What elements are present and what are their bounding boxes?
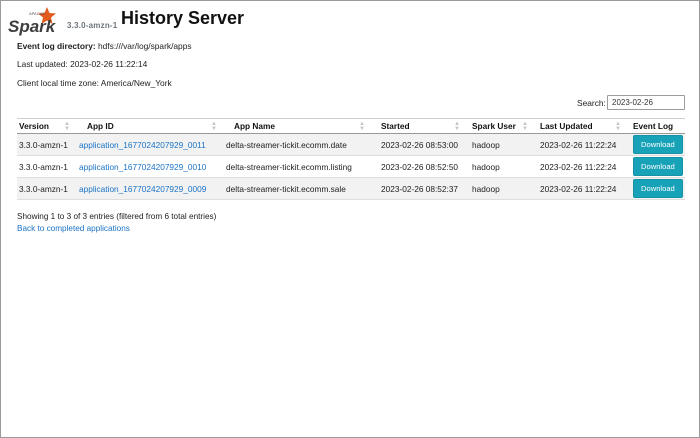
column-label: Version	[19, 121, 49, 131]
sort-icon: ▲ ▼	[64, 121, 70, 132]
spark-logo-graphic: APACHE Spark	[8, 7, 57, 36]
spark-user-cell: hadoop	[472, 183, 500, 194]
started-cell: 2023-02-26 08:52:37	[381, 183, 459, 194]
column-header-started[interactable]: Started ▲ ▼	[369, 118, 464, 134]
sort-icon: ▲ ▼	[615, 121, 621, 132]
column-header-app-name[interactable]: App Name ▲ ▼	[221, 118, 369, 134]
search-input[interactable]	[607, 95, 685, 110]
column-header-spark-user[interactable]: Spark User ▲ ▼	[464, 118, 532, 134]
column-label: Event Log	[633, 121, 674, 131]
sort-icon: ▲ ▼	[454, 121, 460, 132]
sort-icon: ▲ ▼	[359, 121, 365, 132]
table-row: 3.3.0-amzn-1 application_1677024207929_0…	[17, 177, 685, 200]
spark-user-cell: hadoop	[472, 161, 500, 172]
spark-version: 3.3.0-amzn-1	[67, 21, 118, 30]
spark-logo[interactable]: APACHE Spark	[7, 5, 67, 39]
event-log-directory: Event log directory: hdfs:///var/log/spa…	[17, 41, 192, 51]
spark-user-cell: hadoop	[472, 139, 500, 150]
column-label: App Name	[234, 121, 276, 131]
download-button[interactable]: Download	[633, 135, 683, 154]
last-updated-cell: 2023-02-26 11:22:24	[540, 183, 617, 194]
started-cell: 2023-02-26 08:53:00	[381, 139, 459, 150]
event-log-label: Event log directory:	[17, 41, 96, 51]
column-label: Last Updated	[540, 121, 593, 131]
table-row: 3.3.0-amzn-1 application_1677024207929_0…	[17, 133, 685, 156]
download-button[interactable]: Download	[633, 157, 683, 176]
sort-icon: ▲ ▼	[211, 121, 217, 132]
app-id-link[interactable]: application_1677024207929_0009	[79, 184, 206, 194]
app-id-link[interactable]: application_1677024207929_0011	[79, 140, 206, 150]
column-label: App ID	[87, 121, 114, 131]
last-updated-cell: 2023-02-26 11:22:24	[540, 139, 617, 150]
version-cell: 3.3.0-amzn-1	[17, 177, 74, 200]
app-name-cell: delta-streamer-tickit.ecomm.date	[226, 139, 347, 150]
back-to-completed-link[interactable]: Back to completed applications	[17, 224, 130, 233]
browser-page: APACHE Spark 3.3.0-amzn-1 History Server…	[0, 0, 700, 438]
table-row: 3.3.0-amzn-1 application_1677024207929_0…	[17, 155, 685, 178]
column-header-version[interactable]: Version ▲ ▼	[17, 118, 74, 134]
client-timezone: Client local time zone: America/New_York	[17, 78, 172, 88]
table-header-row: Version ▲ ▼ App ID ▲ ▼ App Name ▲ ▼ Started ▲ ▼ …	[17, 118, 685, 134]
sort-icon: ▲ ▼	[522, 121, 528, 132]
last-updated: Last updated: 2023-02-26 11:22:14	[17, 59, 148, 69]
column-label: Spark User	[472, 121, 516, 131]
app-id-link[interactable]: application_1677024207929_0010	[79, 162, 206, 172]
app-name-cell: delta-streamer-tickit.ecomm.sale	[226, 183, 346, 194]
event-log-value: hdfs:///var/log/spark/apps	[97, 41, 192, 51]
column-header-app-id[interactable]: App ID ▲ ▼	[74, 118, 221, 134]
version-cell: 3.3.0-amzn-1	[17, 133, 74, 156]
search-label: Search:	[577, 98, 606, 108]
column-header-last-updated[interactable]: Last Updated ▲ ▼	[532, 118, 625, 134]
page-title: History Server	[121, 8, 245, 28]
last-updated-cell: 2023-02-26 11:22:24	[540, 161, 617, 172]
started-cell: 2023-02-26 08:52:50	[381, 161, 459, 172]
logo-text: Spark	[8, 17, 57, 36]
column-label: Started	[381, 121, 410, 131]
app-name-cell: delta-streamer-tickit.ecomm.listing	[226, 161, 352, 172]
version-cell: 3.3.0-amzn-1	[17, 155, 74, 178]
applications-table: Version ▲ ▼ App ID ▲ ▼ App Name ▲ ▼ Started ▲ ▼ …	[17, 118, 685, 200]
download-button[interactable]: Download	[633, 179, 683, 198]
table-entries-info: Showing 1 to 3 of 3 entries (filtered fr…	[17, 212, 217, 221]
column-header-event-log[interactable]: Event Log	[625, 118, 685, 134]
logo-subtext: APACHE	[29, 11, 45, 16]
